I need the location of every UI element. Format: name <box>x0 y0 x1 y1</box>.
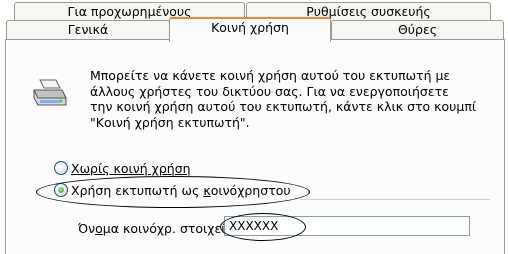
radio-not-shared[interactable]: Χωρίς κοινή χρήση <box>54 161 191 177</box>
description-line-1: Μπορείτε να κάνετε κοινή χρήση αυτού του… <box>90 68 451 83</box>
tab-general[interactable]: Γενικά <box>6 20 170 40</box>
group-box-border <box>300 199 490 200</box>
tab-sharing-label: Κοινή χρήση <box>211 20 289 35</box>
tab-general-label: Γενικά <box>67 22 109 37</box>
mnemonic-underline: ο <box>95 221 103 236</box>
radio-shared-button[interactable] <box>54 183 68 197</box>
share-name-label: Όνομα κοινόχρ. στοιχείου: <box>78 221 245 236</box>
sharing-description: Μπορείτε να κάνετε κοινή χρήση αυτού του… <box>90 68 490 130</box>
tab-ports-label: Θύρες <box>397 22 438 37</box>
radio-shared[interactable]: Χρήση εκτυπωτή ως κοινόχρηστου <box>54 183 291 199</box>
radio-shared-label: Χρήση εκτυπωτή ως κοινόχρηστου <box>71 183 291 198</box>
radio-not-shared-button[interactable] <box>54 161 68 175</box>
description-line-2: άλλους χρήστες του δικτύου σας. Για να ε… <box>90 83 449 99</box>
radio-not-shared-label: Χωρίς κοινή χρήση <box>71 161 191 176</box>
description-line-3: την κοινή χρήση αυτού του εκτυπωτή, κάντ… <box>90 99 477 114</box>
mnemonic-underline: κ <box>203 183 211 198</box>
share-name-input[interactable] <box>224 216 470 236</box>
printer-icon <box>33 79 67 106</box>
tab-sharing[interactable]: Κοινή χρήση <box>169 17 331 42</box>
description-line-4: "Κοινή χρήση εκτυπωτή". <box>90 114 250 130</box>
mnemonic-underline: Χ <box>71 161 80 176</box>
tab-ports[interactable]: Θύρες <box>331 20 504 40</box>
